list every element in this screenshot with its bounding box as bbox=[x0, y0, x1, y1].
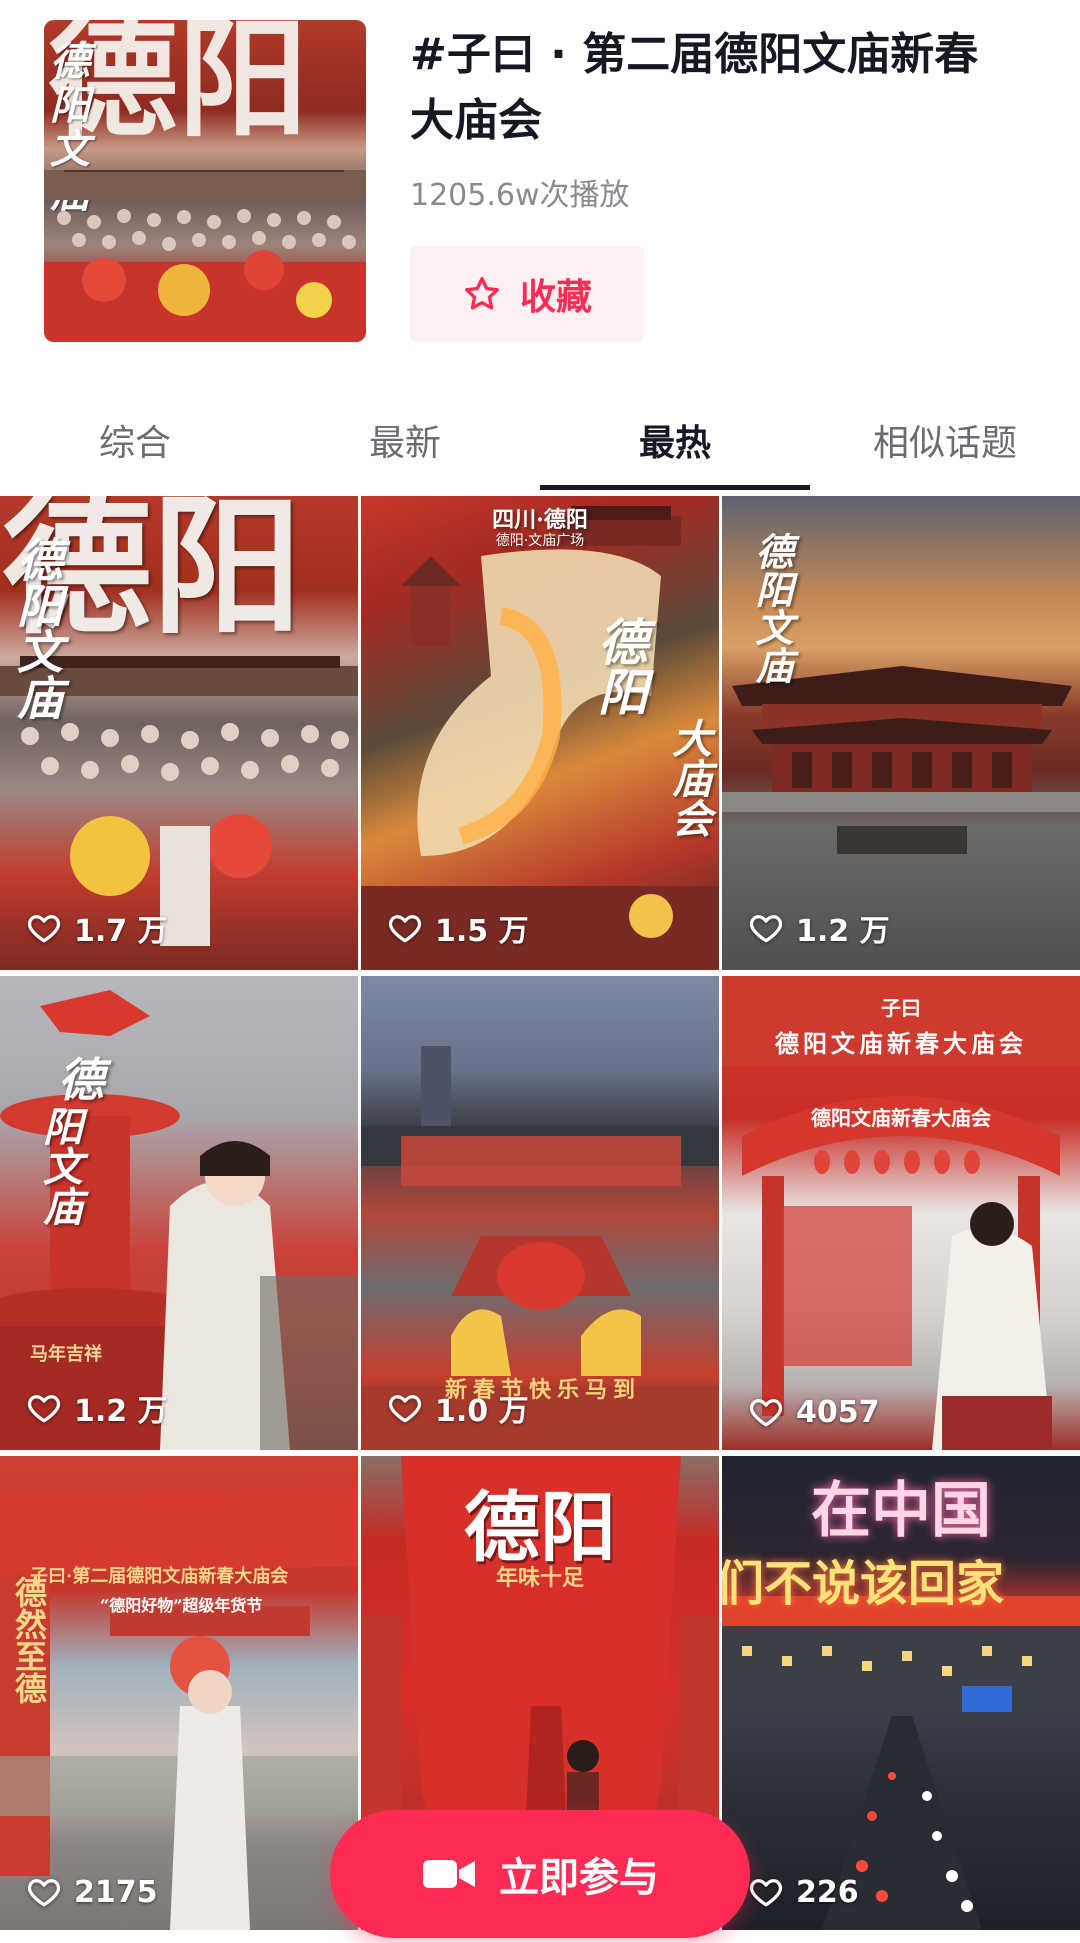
heart-icon bbox=[749, 1879, 783, 1907]
heart-icon bbox=[27, 1879, 61, 1907]
cover-crowd-illustration bbox=[44, 170, 366, 342]
topic-tabs: 综合 最新 最热 相似话题 bbox=[0, 390, 1080, 490]
like-count-value: 1.2 万 bbox=[74, 1394, 168, 1429]
topic-page: 德阳 德阳文庙 #子曰 bbox=[0, 0, 1080, 1943]
video-overlay-title: 德阳 bbox=[590, 616, 649, 716]
video-grid: 德阳 德阳文庙 1.7 万 四川·德阳 德阳·文庙广场 德阳 大庙会 1.5 万… bbox=[0, 496, 1080, 1930]
heart-icon bbox=[27, 915, 61, 943]
heart-icon bbox=[749, 1399, 783, 1427]
topic-header: 德阳 德阳文庙 #子曰 bbox=[0, 0, 1080, 370]
like-count-value: 226 bbox=[796, 1874, 859, 1910]
tab-hottest[interactable]: 最热 bbox=[540, 390, 810, 490]
video-tile[interactable]: 子曰 德阳文庙新春大庙会 德阳文庙新春大庙会 4057 bbox=[722, 976, 1080, 1450]
video-thumbnail bbox=[0, 1486, 358, 1930]
tab-similar-topics[interactable]: 相似话题 bbox=[810, 390, 1080, 490]
like-count-value: 1.5 万 bbox=[435, 914, 529, 949]
video-overlay-subtitle: 年味十足 bbox=[495, 1565, 584, 1591]
video-overlay-arch: 德阳文庙新春大庙会 bbox=[811, 1106, 991, 1130]
favorite-label: 收藏 bbox=[519, 277, 592, 318]
video-overlay-title: 德阳文庙新春大庙会 bbox=[775, 1029, 1027, 1058]
video-tile[interactable]: 德 阳文庙 马年吉祥 1.2 万 bbox=[0, 976, 358, 1450]
like-count-value: 1.7 万 bbox=[74, 914, 168, 949]
video-overlay-side: 德然至德 bbox=[10, 1576, 48, 1704]
video-overlay-side: 德阳文庙 bbox=[749, 532, 794, 684]
video-overlay-subtitle: “德阳好物”超级年货节 bbox=[100, 1596, 263, 1615]
video-tile[interactable]: 在中国 们不说该回家 226 bbox=[722, 1456, 1080, 1930]
heart-icon bbox=[749, 915, 783, 943]
video-tile[interactable]: 德阳文庙 1.2 万 bbox=[722, 496, 1080, 970]
heart-icon bbox=[27, 1395, 61, 1423]
video-overlay-side: 德阳文庙 bbox=[10, 536, 64, 720]
like-count: 226 bbox=[748, 1874, 859, 1910]
like-count-value: 4057 bbox=[796, 1394, 880, 1430]
like-count: 1.5 万 bbox=[387, 906, 529, 950]
join-button[interactable]: 立即参与 bbox=[330, 1810, 750, 1938]
like-count-value: 1.0 万 bbox=[435, 1394, 529, 1429]
star-icon bbox=[464, 277, 499, 310]
topic-title: #子曰 · 第二届德阳文庙新春大庙会 bbox=[410, 29, 979, 146]
heart-icon bbox=[388, 1395, 422, 1423]
like-count-value: 2175 bbox=[74, 1874, 158, 1910]
video-overlay-banner: 马年吉祥 bbox=[30, 1344, 102, 1365]
play-count: 1205.6w次播放 bbox=[410, 178, 630, 213]
heart-icon bbox=[388, 915, 422, 943]
video-tile[interactable]: 子曰·第二届德阳文庙新春大庙会 “德阳好物”超级年货节 德然至德 2175 bbox=[0, 1456, 358, 1930]
video-overlay-title: 在中国 bbox=[811, 1476, 991, 1546]
video-tile[interactable]: 四川·德阳 德阳·文庙广场 德阳 大庙会 1.5 万 bbox=[361, 496, 719, 970]
like-count: 1.2 万 bbox=[26, 1386, 168, 1430]
video-tile[interactable]: 德阳 德阳文庙 1.7 万 bbox=[0, 496, 358, 970]
video-overlay-venue: 德阳·文庙广场 bbox=[495, 533, 585, 549]
tab-latest[interactable]: 最新 bbox=[270, 390, 540, 490]
video-overlay-side: 阳文庙 bbox=[36, 1106, 83, 1226]
like-count: 1.2 万 bbox=[748, 906, 890, 950]
video-camera-icon bbox=[423, 1860, 475, 1888]
video-overlay-banner: 子曰·第二届德阳文庙新春大庙会 bbox=[30, 1566, 289, 1587]
join-button-label: 立即参与 bbox=[499, 1855, 659, 1901]
like-count: 1.7 万 bbox=[26, 906, 168, 950]
video-overlay-subtitle: 们不说该回家 bbox=[722, 1556, 1005, 1612]
video-overlay-title: 德 bbox=[58, 1053, 104, 1107]
like-count: 4057 bbox=[748, 1394, 880, 1430]
like-count: 2175 bbox=[26, 1874, 158, 1910]
video-overlay-subtitle: 大庙会 bbox=[665, 718, 712, 838]
favorite-button[interactable]: 收藏 bbox=[410, 246, 644, 342]
video-tile[interactable]: 新春节快乐马到 1.0 万 bbox=[361, 976, 719, 1450]
like-count: 1.0 万 bbox=[387, 1386, 529, 1430]
like-count-value: 1.2 万 bbox=[796, 914, 890, 949]
tab-comprehensive[interactable]: 综合 bbox=[0, 390, 270, 490]
video-overlay-badge: 子曰 bbox=[881, 996, 921, 1020]
topic-cover-image[interactable]: 德阳 德阳文庙 bbox=[44, 20, 366, 342]
